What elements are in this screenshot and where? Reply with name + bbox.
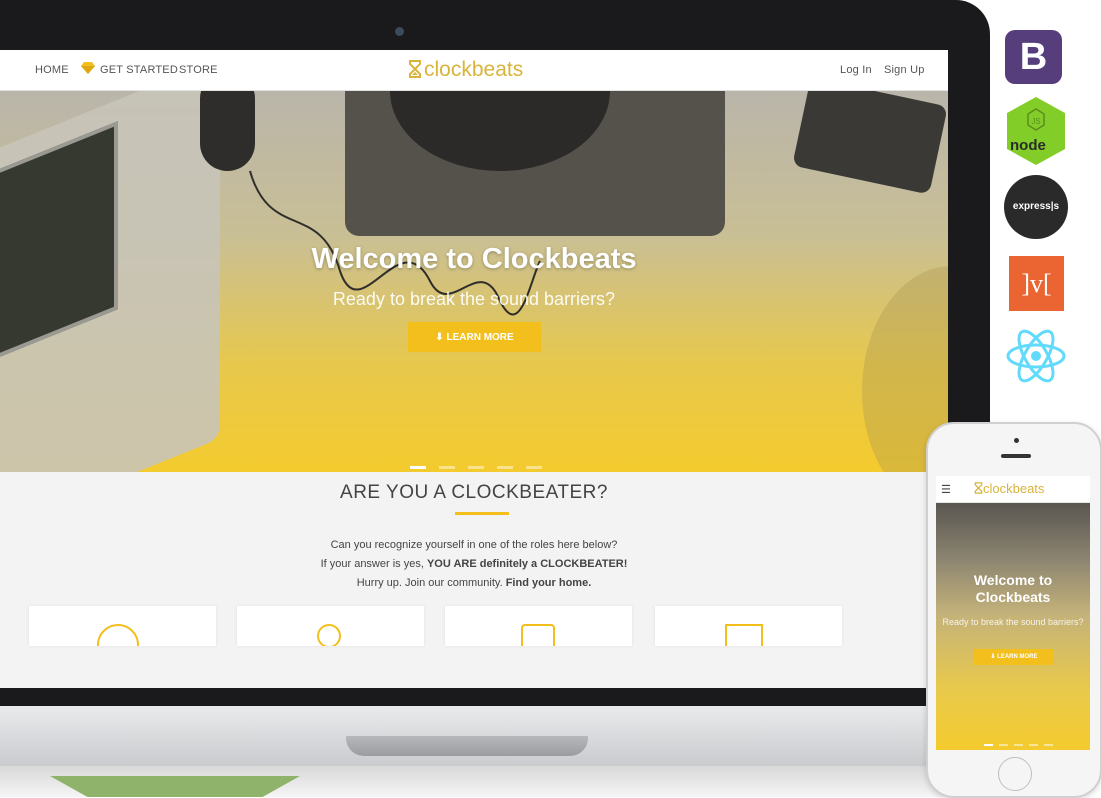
- carousel-dot-5[interactable]: [526, 466, 542, 469]
- laptop-screen: HOME GET STARTED STORE clockbeats Log In…: [0, 50, 948, 688]
- phone-hero-title: Welcome to Clockbeats: [973, 572, 1053, 605]
- role-icon-3: [521, 624, 555, 646]
- section-line-3-bold: Find your home.: [505, 577, 592, 589]
- node-logo-text: node: [1010, 137, 1046, 154]
- phone-carousel-dot-1[interactable]: [984, 744, 993, 746]
- role-icon-1: [97, 624, 139, 646]
- hero-title: Welcome to Clockbeats: [311, 243, 637, 275]
- logo-text: clockbeats: [424, 58, 524, 81]
- section-title-underline: [455, 512, 509, 515]
- phone-learn-more-button[interactable]: ⬇ LEARN MORE: [974, 649, 1054, 665]
- bootstrap-logo: B: [1005, 30, 1062, 84]
- node-logo: JS node: [1004, 95, 1068, 167]
- react-atom-icon: [1006, 329, 1066, 383]
- phone-speaker: [1001, 454, 1031, 458]
- login-link[interactable]: Log In: [840, 64, 872, 76]
- arrow-down-icon: ⬇: [435, 331, 444, 343]
- carousel-dot-3[interactable]: [468, 466, 484, 469]
- phone-hourglass-icon: [974, 482, 983, 494]
- react-logo: [1004, 324, 1068, 388]
- section-line-1: Can you recognize yourself in one of the…: [330, 539, 618, 551]
- hero-carousel: Welcome to Clockbeats Ready to break the…: [0, 91, 948, 472]
- phone-logo-text: clockbeats: [983, 481, 1045, 496]
- camera-dot: [395, 27, 404, 36]
- mithril-logo: ]v[: [1009, 256, 1064, 311]
- phone-carousel-dot-3[interactable]: [1014, 744, 1023, 746]
- svg-text:JS: JS: [1031, 117, 1040, 126]
- hamburger-menu-icon[interactable]: ☰: [941, 483, 951, 496]
- laptop-frame: HOME GET STARTED STORE clockbeats Log In…: [0, 0, 990, 706]
- phone-hero-subtitle: Ready to break the sound barriers?: [942, 617, 1084, 627]
- role-card-1[interactable]: [29, 606, 216, 646]
- decor-green-shape: [50, 776, 300, 797]
- role-card-2[interactable]: [237, 606, 424, 646]
- phone-hero: Welcome to Clockbeats Ready to break the…: [936, 503, 1090, 750]
- section-line-2: If your answer is yes, YOU ARE definitel…: [0, 558, 948, 570]
- express-logo: express|s: [1004, 175, 1068, 239]
- phone-carousel-dot-2[interactable]: [999, 744, 1008, 746]
- diamond-icon: [81, 62, 95, 74]
- logo[interactable]: clockbeats: [408, 58, 523, 82]
- phone-navbar: ☰ clockbeats: [936, 476, 1090, 503]
- role-icon-4: [725, 624, 763, 646]
- carousel-dot-1[interactable]: [410, 466, 426, 469]
- role-card-3[interactable]: [445, 606, 632, 646]
- nav-get-started-link[interactable]: GET STARTED: [100, 64, 178, 76]
- navbar: HOME GET STARTED STORE clockbeats Log In…: [0, 50, 948, 91]
- section-line-3: Hurry up. Join our community. Find your …: [0, 577, 948, 589]
- role-card-4[interactable]: [655, 606, 842, 646]
- node-hexagon-icon: JS: [1007, 97, 1065, 165]
- phone-home-button[interactable]: [998, 757, 1032, 791]
- phone-logo[interactable]: clockbeats: [974, 481, 1044, 496]
- phone-carousel-dot-4[interactable]: [1029, 744, 1038, 746]
- hourglass-icon: [409, 60, 421, 78]
- learn-more-button[interactable]: ⬇ LEARN MORE: [408, 322, 541, 352]
- hero-subtitle: Ready to break the sound barriers?: [332, 289, 616, 309]
- nav-store-link[interactable]: STORE: [179, 64, 218, 76]
- carousel-dot-4[interactable]: [497, 466, 513, 469]
- section-line-3-text: Hurry up. Join our community.: [356, 577, 506, 589]
- phone-frame: ☰ clockbeats Welcome to Clockbeats Ready…: [926, 422, 1101, 798]
- section-line-2-bold: YOU ARE definitely a CLOCKBEATER!: [426, 558, 628, 570]
- phone-screen: ☰ clockbeats Welcome to Clockbeats Ready…: [936, 476, 1090, 750]
- section-title: ARE YOU A CLOCKBEATER?: [340, 482, 608, 503]
- carousel-dot-2[interactable]: [439, 466, 455, 469]
- phone-camera: [1014, 438, 1019, 443]
- nav-home-link[interactable]: HOME: [35, 64, 69, 76]
- carousel-indicators: [410, 456, 555, 472]
- phone-learn-more-label: LEARN MORE: [997, 654, 1038, 660]
- phone-carousel-indicators: [984, 733, 1059, 750]
- section-line-2-text: If your answer is yes,: [320, 558, 427, 570]
- role-icon-2: [317, 624, 341, 646]
- laptop-base-notch: [346, 736, 588, 756]
- hero-speaker-image: [792, 91, 948, 195]
- phone-arrow-down-icon: ⬇: [990, 654, 996, 660]
- signup-link[interactable]: Sign Up: [884, 64, 925, 76]
- hero-headphones-image: [200, 91, 255, 171]
- phone-carousel-dot-5[interactable]: [1044, 744, 1053, 746]
- learn-more-label: LEARN MORE: [446, 331, 514, 343]
